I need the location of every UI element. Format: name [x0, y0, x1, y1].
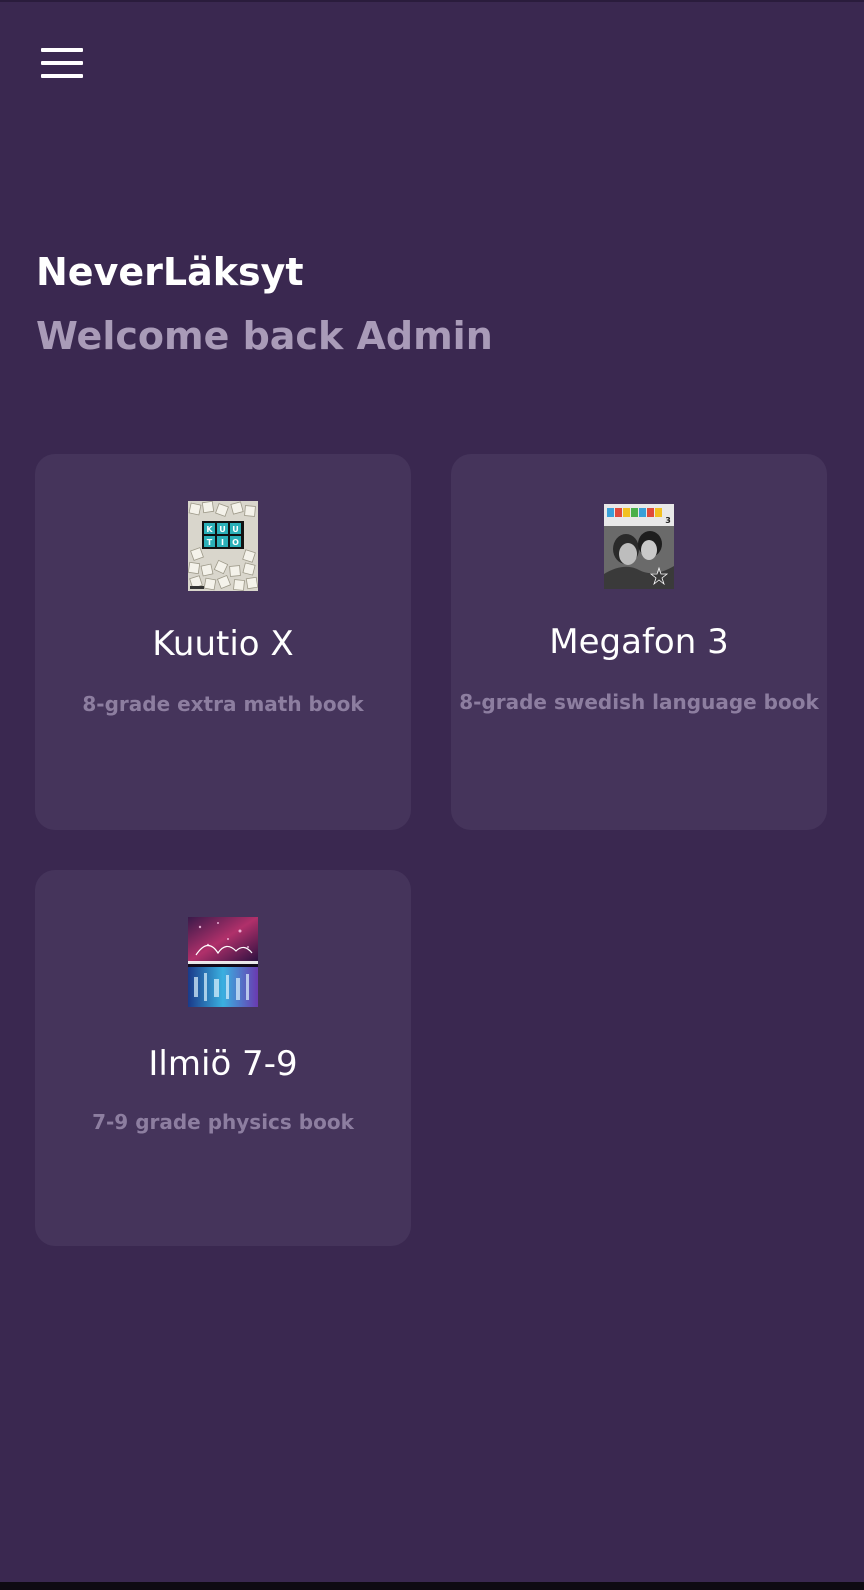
- hamburger-menu-icon-line: [41, 61, 83, 65]
- book-title: Kuutio X: [152, 624, 294, 664]
- hamburger-menu-icon-line: [41, 48, 83, 52]
- book-title: Megafon 3: [549, 622, 729, 662]
- svg-text:I: I: [221, 538, 224, 547]
- menu-button[interactable]: [36, 42, 86, 84]
- svg-text:T: T: [207, 538, 213, 547]
- welcome-message: Welcome back Admin: [36, 314, 493, 358]
- system-navigation-bar: [0, 1582, 864, 1590]
- book-description: 7-9 grade physics book: [92, 1110, 354, 1134]
- svg-text:U: U: [219, 525, 226, 534]
- book-description: 8-grade extra math book: [82, 692, 364, 716]
- book-cover-image: [188, 917, 258, 1007]
- svg-text:U: U: [232, 525, 239, 534]
- book-card-kuutio-x[interactable]: K U U T I O Kuutio X 8-grade extra math …: [35, 454, 411, 830]
- app-title: NeverLäksyt: [36, 250, 304, 294]
- hamburger-menu-icon-line: [41, 74, 83, 78]
- svg-text:K: K: [206, 525, 213, 534]
- book-cover-image: K U U T I O: [188, 501, 258, 591]
- book-cover-image: 3: [604, 504, 674, 589]
- svg-text:3: 3: [665, 516, 671, 525]
- book-description: 8-grade swedish language book: [459, 690, 819, 714]
- book-title: Ilmiö 7-9: [148, 1044, 298, 1084]
- book-card-megafon-3[interactable]: 3 Megafon 3 8-grade swedish language boo…: [451, 454, 827, 830]
- svg-text:O: O: [232, 538, 239, 547]
- book-card-ilmio-7-9[interactable]: Ilmiö 7-9 7-9 grade physics book: [35, 870, 411, 1246]
